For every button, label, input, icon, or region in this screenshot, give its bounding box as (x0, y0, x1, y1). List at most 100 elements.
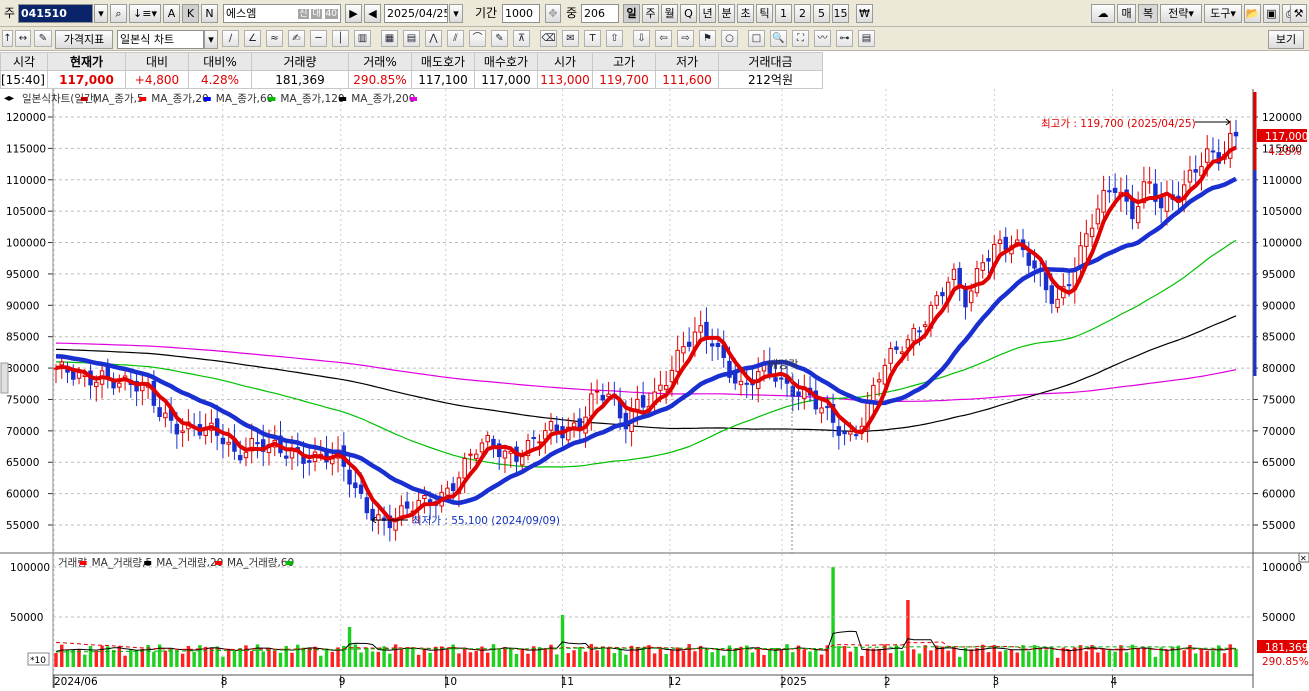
play-icon[interactable]: ▶ (345, 4, 362, 23)
sort-icon[interactable]: ↓≡▾ (129, 4, 161, 23)
volume-bar (543, 648, 547, 667)
volume-bar (152, 652, 156, 667)
period-input[interactable]: 1000 (502, 4, 540, 23)
candle-body (600, 394, 606, 401)
y-tick-label-right: 80000 (1262, 363, 1295, 375)
timeframe-6[interactable]: 초 (737, 4, 754, 23)
circle-tool-icon[interactable]: ○ (721, 30, 738, 47)
pencil-tool-icon[interactable]: ✎ (491, 30, 508, 47)
market-k-button[interactable]: K (182, 4, 199, 23)
angle-tool-icon[interactable]: ∠ (244, 30, 261, 47)
right-tool-icon[interactable]: ⇨ (677, 30, 694, 47)
note-tool-icon[interactable]: ✉ (562, 30, 579, 47)
legend-label: MA_거래량,5 (92, 557, 153, 569)
view-button[interactable]: 보기 (1268, 30, 1304, 49)
volume-bar (1205, 650, 1209, 667)
expand-icon[interactable]: ↔ (15, 30, 31, 47)
chart-type-dropdown-icon[interactable]: ▾ (204, 30, 218, 49)
val-ask: 117,100 (411, 70, 475, 89)
candle-body (663, 384, 669, 390)
pen-tool-icon[interactable]: ✍ (288, 30, 305, 47)
timeframe-3[interactable]: Q (680, 4, 697, 23)
legend-label: MA_종가,5 (93, 93, 144, 105)
up-arrow-icon[interactable]: ↑ (2, 30, 13, 47)
zoom-tool-icon[interactable]: 🔍 (770, 30, 787, 47)
candle-body (681, 346, 686, 354)
measure-tool-icon[interactable]: ⊶ (836, 30, 853, 47)
up-tool-icon[interactable]: ⇧ (606, 30, 623, 47)
edit-icon[interactable]: ✎ (34, 30, 52, 47)
timeframe-8[interactable]: 1 (775, 4, 792, 23)
volume-bar (635, 647, 640, 667)
timeframe-11[interactable]: 15 (832, 4, 849, 23)
flag-tool-icon[interactable]: ⚑ (699, 30, 716, 47)
eraser-tool-icon[interactable]: ⌫ (540, 30, 557, 47)
down-tool-icon[interactable]: ⇩ (633, 30, 650, 47)
text-tool-icon[interactable]: T (584, 30, 601, 47)
trend-tool-icon[interactable]: 〰 (814, 30, 831, 47)
date-dropdown-icon[interactable]: ▾ (449, 4, 463, 23)
candle-tool-icon[interactable]: ▤ (403, 30, 420, 47)
fan-tool-icon[interactable]: ⫽ (447, 30, 464, 47)
fib-tool-icon[interactable]: ⋀ (425, 30, 442, 47)
magnet-tool-icon[interactable]: ⊼ (513, 30, 530, 47)
save-icon[interactable]: ▣ (1263, 4, 1280, 23)
back-icon[interactable]: ◀ (364, 4, 381, 23)
date-input[interactable]: 2025/04/25 (384, 4, 448, 23)
calendar-tool-icon[interactable]: ▤ (858, 30, 875, 47)
grid-tool-icon[interactable]: ▦ (381, 30, 398, 47)
arc-tool-icon[interactable]: ⌒ (469, 30, 486, 47)
val-change-pct: 4.28% (188, 70, 252, 89)
move-icon[interactable]: ✥ (545, 4, 561, 23)
tools-button[interactable]: 도구▾ (1204, 4, 1242, 23)
volume-bar (1199, 649, 1204, 667)
market-a-button[interactable]: A (163, 4, 180, 23)
wave-tool-icon[interactable]: ≈ (266, 30, 283, 47)
timeframe-7[interactable]: 틱 (756, 4, 773, 23)
volume-bar (572, 650, 576, 667)
left-tool-icon[interactable]: ⇦ (655, 30, 672, 47)
timeframe-1[interactable]: 주 (642, 4, 659, 23)
strategy-button[interactable]: 전략▾ (1160, 4, 1202, 23)
candle-body (1130, 199, 1135, 220)
stock-name-field[interactable]: 에스엠 신 대 40 (223, 4, 341, 23)
candle-body (974, 268, 980, 294)
chart-area[interactable]: 55000 55000 60000 60000 65000 65000 70000 70000… (0, 89, 1309, 688)
val-volume-pct: 290.85% (348, 70, 412, 89)
hline-tool-icon[interactable]: ─ (310, 30, 327, 47)
candle-body (174, 423, 180, 435)
wrench-icon[interactable]: ⚒ (1290, 4, 1307, 23)
candle-body (986, 258, 991, 262)
timeframe-9[interactable]: 2 (794, 4, 811, 23)
select-tool-icon[interactable]: ⛶ (792, 30, 809, 47)
cloud-icon[interactable]: ☁ (1091, 4, 1115, 23)
chart-type-select[interactable]: 일본식 차트 (117, 30, 204, 49)
volume-bar (693, 651, 697, 667)
search-icon[interactable]: ⌕ (110, 4, 127, 23)
market-n-button[interactable]: N (201, 4, 218, 23)
price-chart[interactable]: 55000 55000 60000 60000 65000 65000 70000 70000… (0, 89, 1309, 688)
scroll-arrows-icon[interactable]: ◂▸ (4, 93, 14, 104)
rect-tool-icon[interactable]: □ (748, 30, 765, 47)
stock-code-input[interactable]: 041510 (18, 4, 93, 23)
buy-sell-button[interactable]: 매 (1117, 4, 1136, 23)
side-toggle-icon[interactable] (0, 362, 9, 394)
indicator-button[interactable]: 가격지표 (55, 30, 113, 49)
crosshair-icon[interactable]: ₩ (856, 4, 873, 23)
count-input[interactable]: 206 (581, 4, 619, 23)
bars-tool-icon[interactable]: ▥ (354, 30, 371, 47)
timeframe-5[interactable]: 분 (718, 4, 735, 23)
open-icon[interactable]: 📂 (1244, 4, 1261, 23)
timeframe-2[interactable]: 월 (661, 4, 678, 23)
timeframe-0[interactable]: 일 (623, 4, 640, 23)
vline-tool-icon[interactable]: │ (332, 30, 349, 47)
candle-body (1135, 206, 1141, 224)
duplicate-button[interactable]: 복 (1138, 4, 1158, 23)
code-dropdown-icon[interactable]: ▾ (94, 4, 108, 23)
line-tool-icon[interactable]: ∕ (222, 30, 239, 47)
candle-body (894, 346, 899, 350)
val-high: 119,700 (592, 70, 656, 89)
timeframe-10[interactable]: 5 (813, 4, 830, 23)
timeframe-4[interactable]: 년 (699, 4, 716, 23)
volume-bar (791, 652, 795, 667)
